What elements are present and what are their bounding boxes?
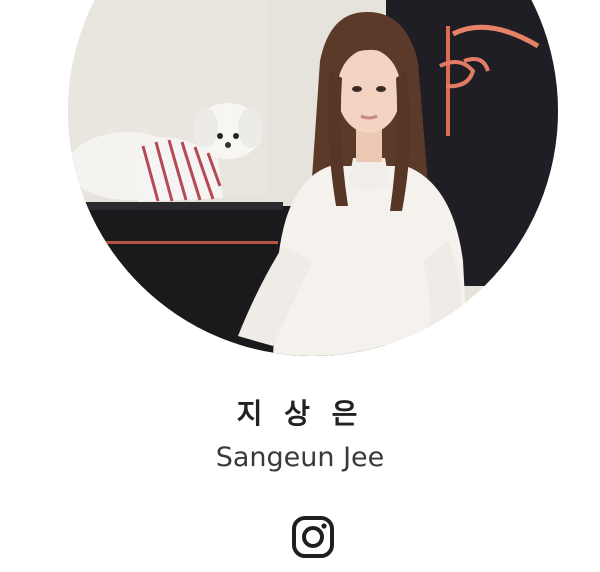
profile-name-latin: Sangeun Jee <box>215 442 385 473</box>
instagram-link[interactable] <box>291 515 335 559</box>
instagram-icon <box>292 516 334 558</box>
profile-avatar <box>68 0 558 356</box>
profile-name-native: 지 상 은 <box>236 397 364 430</box>
profile-photo <box>68 0 558 356</box>
